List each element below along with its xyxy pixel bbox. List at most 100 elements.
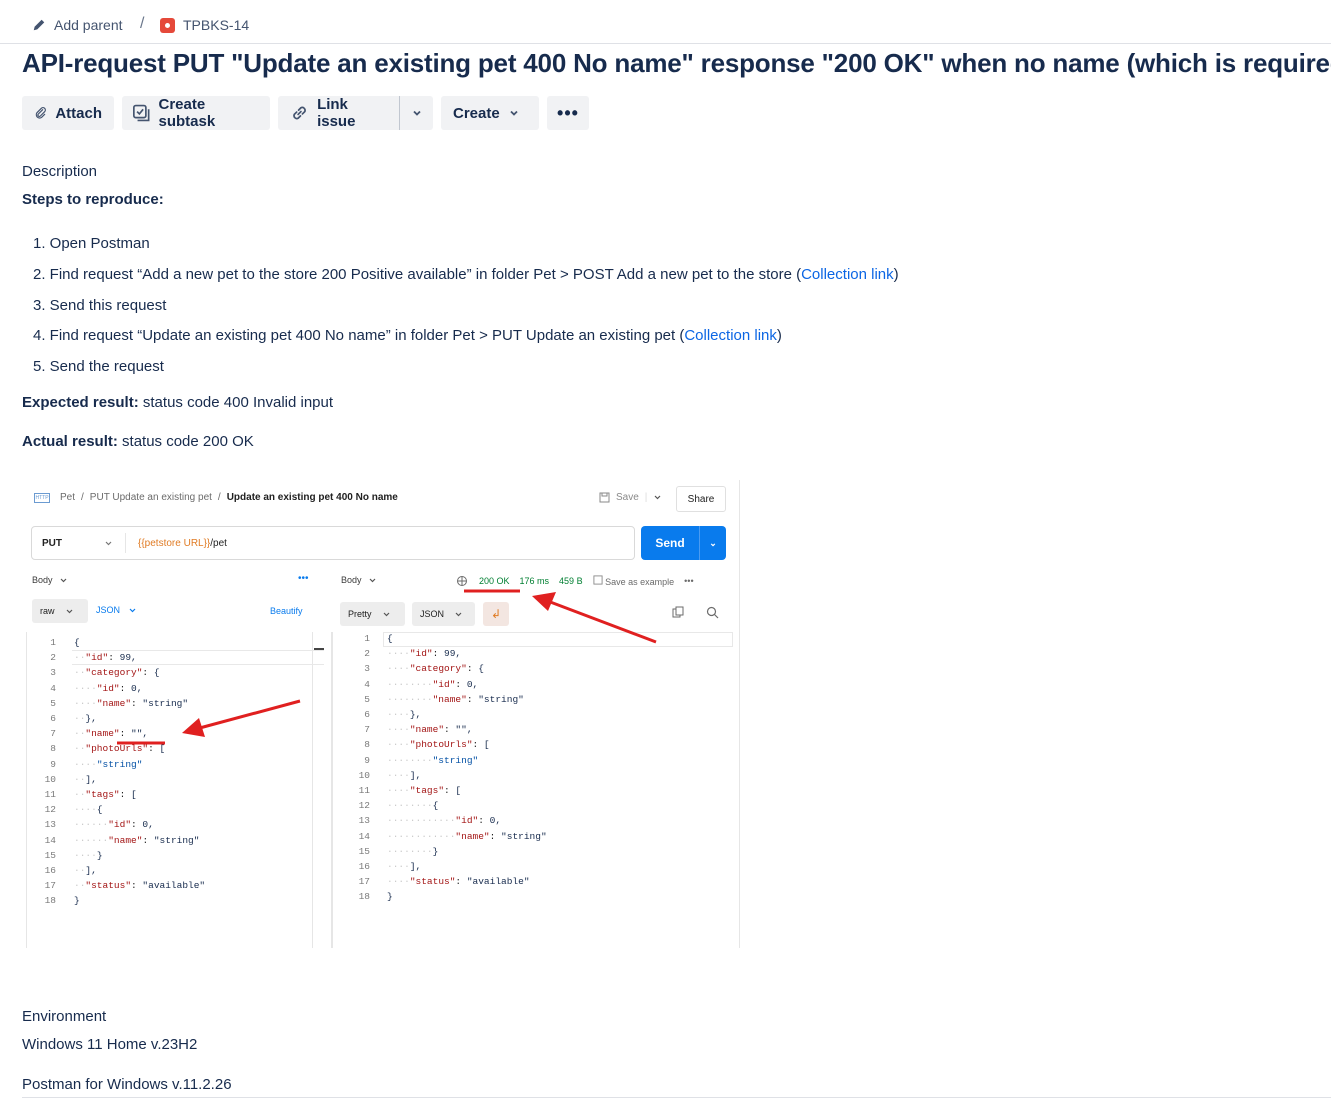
pm-raw-select: raw xyxy=(32,599,88,623)
pm-pretty-select: Pretty xyxy=(340,602,405,626)
code-line: ····], xyxy=(387,769,422,781)
line-number: 17 xyxy=(358,876,370,888)
create-button[interactable]: Create xyxy=(441,96,539,130)
pm-request-gutter: 1 2 3 4 5 6 7 8 9 10 11 12 13 14 15 16 17 18 xyxy=(34,635,56,909)
environment-os: Windows 11 Home v.23H2 xyxy=(22,1036,198,1053)
chevron-down-icon xyxy=(510,110,518,116)
paperclip-icon xyxy=(35,107,46,119)
list-item: 4. Find request “Update an existing pet … xyxy=(33,321,899,352)
pencil-icon xyxy=(33,19,45,31)
pm-response-status: 200 OK 176 ms 459 B Save as example ••• xyxy=(456,575,694,587)
code-line: ··"status": "available" xyxy=(74,880,206,892)
subtask-icon xyxy=(133,104,150,122)
link-issue-button[interactable]: Link issue xyxy=(278,96,399,130)
code-line: ····"category": { xyxy=(387,663,484,675)
line-number: 7 xyxy=(364,724,370,736)
more-actions-button[interactable]: ••• xyxy=(547,96,589,130)
line-number: 14 xyxy=(44,834,56,846)
chevron-down-icon xyxy=(60,578,66,582)
issue-key-label: TPBKS-14 xyxy=(183,17,250,33)
step-text: 2. Find request “Add a new pet to the st… xyxy=(33,265,802,283)
issue-key-link[interactable]: TPBKS-14 xyxy=(160,17,249,33)
line-number: 10 xyxy=(44,773,56,785)
pm-send-button: Send ⌄ xyxy=(641,526,726,560)
line-number: 3 xyxy=(50,667,56,679)
create-subtask-label: Create subtask xyxy=(158,96,216,130)
wrap-lines-icon: ↲ xyxy=(483,602,509,626)
pm-cursor-marker xyxy=(314,648,324,650)
pm-res-json-label: JSON xyxy=(420,609,445,619)
step-text: 3. Send this request xyxy=(33,296,167,314)
pm-request-code: {··"id": 99, ··"category": {····"id": 0, ·… xyxy=(74,635,205,909)
pm-req-body-label: Body xyxy=(32,575,53,585)
code-line: ········{ xyxy=(387,800,439,812)
chevron-down-icon xyxy=(654,495,661,500)
line-number: 5 xyxy=(50,697,56,709)
pm-save: Save | xyxy=(599,492,662,503)
line-number: 2 xyxy=(364,648,370,660)
link-issue-dropdown[interactable] xyxy=(399,96,433,130)
code-line: ········} xyxy=(387,845,439,857)
collection-link[interactable]: Collection link xyxy=(684,327,777,344)
code-line: ····], xyxy=(387,861,422,873)
add-parent-link[interactable]: Add parent xyxy=(32,17,123,33)
code-line: ····"tags": [ xyxy=(387,785,462,797)
chevron-down-icon xyxy=(105,541,112,545)
line-number: 15 xyxy=(44,849,56,861)
code-line: ····{ xyxy=(74,804,103,816)
pm-pane-divider xyxy=(331,632,333,948)
line-number: 16 xyxy=(44,865,56,877)
breadcrumb-separator: / xyxy=(140,15,145,32)
link-issue-label: Link issue xyxy=(317,96,356,130)
code-line: ····"id": 99, xyxy=(387,648,462,660)
issue-title[interactable]: API-request PUT "Update an existing pet … xyxy=(22,48,1331,79)
code-line: ····"name": "", xyxy=(387,724,473,736)
breadcrumb-bar: Add parent / TPBKS-14 xyxy=(0,0,1331,44)
link-issue-group: Link issue xyxy=(278,96,433,130)
steps-list: 1. Open Postman 2. Find request “Add a n… xyxy=(33,229,899,383)
code-line: ··"tags": [ xyxy=(74,789,137,801)
line-number: 3 xyxy=(364,663,370,675)
line-number: 4 xyxy=(50,682,56,694)
step-text: 1. Open Postman xyxy=(33,235,150,252)
list-item: 5. Send the request xyxy=(33,352,899,383)
code-line: ····"name": "string" xyxy=(74,697,189,709)
create-subtask-button[interactable]: Create subtask xyxy=(122,96,270,130)
postman-screenshot[interactable]: HTTP Pet / PUT Update an existing pet / … xyxy=(26,480,740,948)
pm-crumb-sep: / xyxy=(81,492,84,503)
code-line: } xyxy=(387,891,393,903)
expected-label: Expected result: xyxy=(22,394,139,411)
pm-method-select: PUT xyxy=(32,533,126,553)
line-number: 18 xyxy=(358,891,370,903)
list-item: 1. Open Postman xyxy=(33,229,899,260)
pm-status-code: 200 OK xyxy=(479,576,510,586)
line-number: 16 xyxy=(358,861,370,873)
bug-icon xyxy=(160,17,175,33)
line-number: 12 xyxy=(44,804,56,816)
create-label: Create xyxy=(453,104,500,122)
pm-res-body-label: Body xyxy=(341,575,362,585)
pm-url-var: {{petstore URL}} xyxy=(138,537,211,549)
code-line: ······"id": 0, xyxy=(74,819,154,831)
add-parent-label: Add parent xyxy=(54,17,123,33)
line-number: 9 xyxy=(364,754,370,766)
code-line: ········"string" xyxy=(387,754,479,766)
pm-crumb-sep: / xyxy=(217,492,221,503)
code-line: ····}, xyxy=(387,709,422,721)
collection-link[interactable]: Collection link xyxy=(801,266,894,283)
pm-save-example: Save as example xyxy=(593,575,674,587)
line-number: 17 xyxy=(44,880,56,892)
expected-value: status code 400 Invalid input xyxy=(138,394,334,411)
copy-icon xyxy=(672,606,684,621)
pm-response-code: {····"id": 99, ····"category": {········"… xyxy=(387,631,547,905)
actual-value: status code 200 OK xyxy=(117,433,254,450)
pm-method-label: PUT xyxy=(42,537,62,549)
pm-send-label: Send xyxy=(655,536,685,550)
line-number: 15 xyxy=(358,845,370,857)
code-line: ············"name": "string" xyxy=(387,830,547,842)
globe-icon xyxy=(457,576,467,586)
attach-button[interactable]: Attach xyxy=(22,96,114,130)
line-number: 13 xyxy=(44,819,56,831)
pm-url-input: {{petstore URL}}/pet xyxy=(126,538,227,549)
description-heading: Description xyxy=(22,163,98,180)
